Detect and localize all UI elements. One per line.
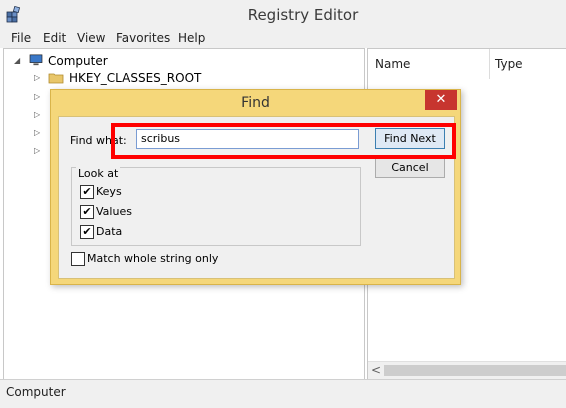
look-at-group: Look at ✔ Keys ✔ Values ✔ Data — [71, 167, 361, 246]
collapse-arrow-icon[interactable]: ◢ — [14, 56, 20, 65]
window-title: Registry Editor — [247, 6, 359, 24]
find-next-button[interactable]: Find Next — [375, 128, 445, 149]
find-dialog: Find ✕ Find what: scribus Find Next Canc… — [50, 89, 461, 285]
expand-arrow-icon[interactable]: ▷ — [34, 92, 40, 101]
find-what-input[interactable]: scribus — [136, 129, 359, 149]
data-label: Data — [96, 225, 123, 238]
dialog-title: Find — [241, 95, 270, 111]
expand-arrow-icon[interactable]: ▷ — [34, 110, 40, 119]
status-bar: Computer — [0, 379, 566, 408]
folder-icon — [48, 73, 64, 84]
status-text: Computer — [6, 385, 66, 399]
values-checkbox[interactable]: ✔ — [80, 205, 94, 219]
keys-checkbox[interactable]: ✔ — [80, 185, 94, 199]
cancel-button[interactable]: Cancel — [375, 157, 445, 178]
scroll-left-icon[interactable]: < — [371, 363, 381, 377]
match-whole-checkbox[interactable] — [71, 252, 85, 266]
close-button[interactable]: ✕ — [425, 90, 457, 110]
tree-label-computer: Computer — [48, 54, 108, 68]
data-checkbox[interactable]: ✔ — [80, 225, 94, 239]
menu-view[interactable]: View — [77, 31, 105, 45]
column-divider[interactable] — [489, 49, 490, 79]
tree-item-computer[interactable]: ◢ Computer — [14, 53, 214, 71]
horizontal-scrollbar[interactable]: < — [368, 361, 566, 379]
menu-help[interactable]: Help — [178, 31, 205, 45]
values-label: Values — [96, 205, 132, 218]
tree-label-hkcr: HKEY_CLASSES_ROOT — [69, 71, 202, 85]
dialog-body: Find what: scribus Find Next Cancel Look… — [58, 116, 455, 279]
column-header-type[interactable]: Type — [495, 57, 523, 71]
match-whole-label: Match whole string only — [87, 252, 219, 265]
computer-icon — [29, 54, 43, 66]
tree-item-hkey-classes-root[interactable]: ▷ HKEY_CLASSES_ROOT — [34, 70, 234, 88]
title-bar: Registry Editor — [0, 0, 566, 29]
keys-label: Keys — [96, 185, 122, 198]
expand-arrow-icon[interactable]: ▷ — [34, 128, 40, 137]
menu-file[interactable]: File — [11, 31, 31, 45]
menu-bar: File Edit View Favorites Help — [0, 29, 566, 48]
look-at-label: Look at — [76, 167, 121, 180]
menu-edit[interactable]: Edit — [43, 31, 66, 45]
expand-arrow-icon[interactable]: ▷ — [34, 73, 40, 82]
find-what-label: Find what: — [70, 134, 127, 147]
column-header-name[interactable]: Name — [375, 57, 410, 71]
menu-favorites[interactable]: Favorites — [116, 31, 170, 45]
expand-arrow-icon[interactable]: ▷ — [34, 146, 40, 155]
scroll-thumb[interactable] — [384, 365, 566, 376]
